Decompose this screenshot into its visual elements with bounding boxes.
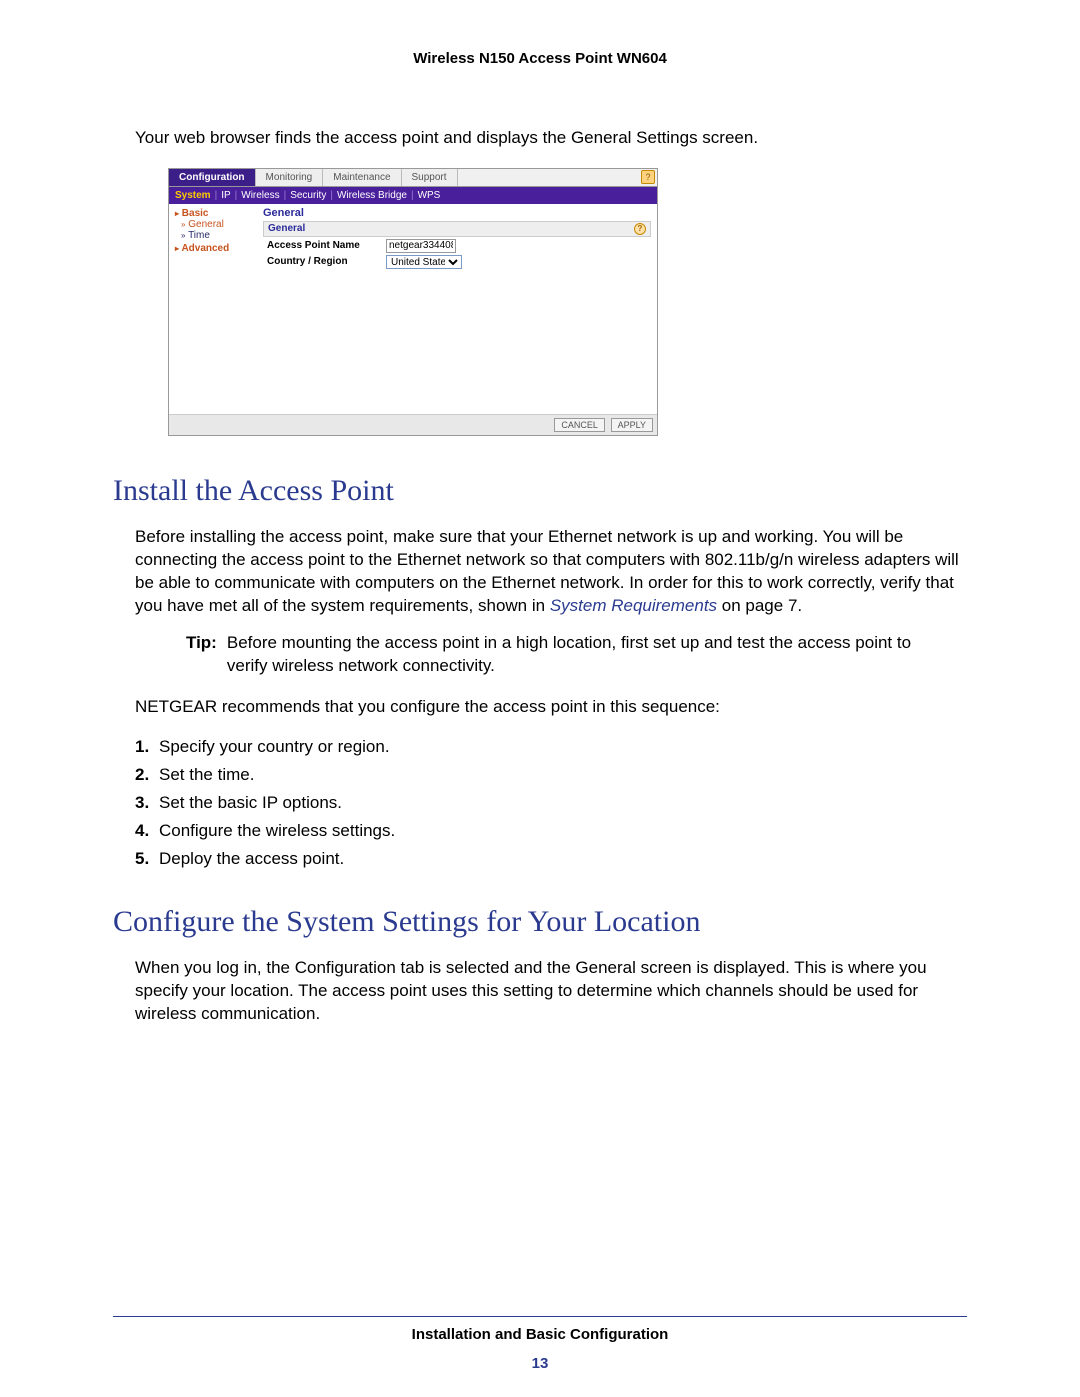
ap-name-field[interactable] — [386, 239, 456, 253]
section-header: General ? — [263, 221, 651, 237]
sidebar-item-time[interactable]: » Time — [181, 230, 253, 241]
screenshot-sidebar: ▸ Basic » General » Time ▸ Advanced — [169, 204, 257, 414]
tab-configuration[interactable]: Configuration — [169, 169, 256, 186]
subtab-security[interactable]: Security — [290, 190, 326, 201]
subtab-ip[interactable]: IP — [221, 190, 230, 201]
heading-configure: Configure the System Settings for Your L… — [113, 905, 967, 939]
tip-label: Tip: — [186, 632, 217, 678]
system-requirements-link[interactable]: System Requirements — [550, 596, 717, 615]
footer-title: Installation and Basic Configuration — [0, 1326, 1080, 1343]
sidebar-item-advanced[interactable]: ▸ Advanced — [175, 243, 253, 254]
main-title: General — [263, 207, 651, 219]
subtab-wireless-bridge[interactable]: Wireless Bridge — [337, 190, 407, 201]
section-header-label: General — [268, 223, 305, 234]
cancel-button[interactable]: CANCEL — [554, 418, 605, 432]
screenshot-footer: CANCEL APPLY — [169, 414, 657, 435]
document-page: Wireless N150 Access Point WN604 Your we… — [0, 0, 1080, 1397]
top-tabs: Configuration Monitoring Maintenance Sup… — [169, 169, 657, 187]
screenshot-main: General General ? Access Point Name Coun… — [257, 204, 657, 414]
row-country: Country / Region United States — [263, 255, 651, 269]
subtab-wps[interactable]: WPS — [418, 190, 441, 201]
screenshot-body: ▸ Basic » General » Time ▸ Advanced Gene… — [169, 204, 657, 414]
apply-button[interactable]: APPLY — [611, 418, 653, 432]
subtab-wireless[interactable]: Wireless — [241, 190, 279, 201]
document-header: Wireless N150 Access Point WN604 — [113, 50, 967, 67]
install-para1: Before installing the access point, make… — [135, 526, 967, 618]
tab-monitoring[interactable]: Monitoring — [256, 169, 324, 186]
row-ap-name: Access Point Name — [263, 239, 651, 253]
sidebar-item-general[interactable]: » General — [181, 219, 253, 230]
footer: Installation and Basic Configuration 13 — [0, 1326, 1080, 1372]
tip-block: Tip: Before mounting the access point in… — [186, 632, 937, 678]
list-item: Deploy the access point. — [135, 845, 967, 873]
list-item: Specify your country or region. — [135, 733, 967, 761]
country-label: Country / Region — [263, 256, 382, 267]
list-item: Configure the wireless settings. — [135, 817, 967, 845]
heading-install: Install the Access Point — [113, 474, 967, 508]
subtab-system[interactable]: System — [175, 190, 211, 201]
country-select[interactable]: United States — [386, 255, 462, 269]
footer-page: 13 — [0, 1355, 1080, 1372]
sidebar-item-basic[interactable]: ▸ Basic — [175, 208, 253, 219]
list-item: Set the basic IP options. — [135, 789, 967, 817]
intro-paragraph: Your web browser finds the access point … — [135, 127, 967, 150]
help-icon[interactable]: ? — [641, 170, 655, 184]
install-para2: NETGEAR recommends that you configure th… — [135, 696, 967, 719]
router-ui-screenshot: Configuration Monitoring Maintenance Sup… — [168, 168, 658, 436]
install-steps: Specify your country or region. Set the … — [135, 733, 967, 873]
tab-maintenance[interactable]: Maintenance — [323, 169, 401, 186]
tip-text: Before mounting the access point in a hi… — [227, 632, 937, 678]
question-icon[interactable]: ? — [634, 223, 646, 235]
tab-support[interactable]: Support — [402, 169, 458, 186]
ap-name-label: Access Point Name — [263, 240, 382, 251]
configure-para: When you log in, the Configuration tab i… — [135, 957, 967, 1026]
sub-tabs: System| IP| Wireless| Security| Wireless… — [169, 187, 657, 204]
list-item: Set the time. — [135, 761, 967, 789]
footer-rule — [113, 1316, 967, 1317]
